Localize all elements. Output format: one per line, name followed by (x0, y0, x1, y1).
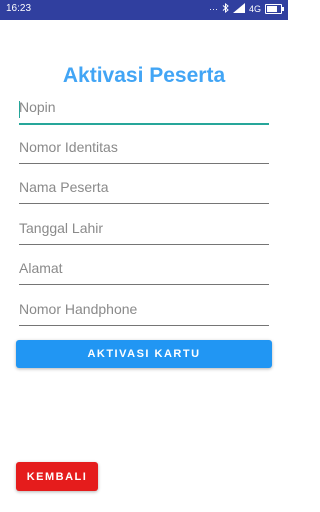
dots-icon: ··· (208, 4, 218, 14)
phone-number-field[interactable] (19, 301, 269, 326)
address-field[interactable] (19, 260, 269, 285)
birth-date-input[interactable] (19, 220, 269, 236)
bluetooth-icon (222, 2, 229, 15)
nopin-field[interactable] (19, 99, 269, 125)
back-button[interactable]: KEMBALI (16, 462, 98, 491)
battery-icon (265, 4, 284, 14)
identity-number-field[interactable] (19, 139, 269, 164)
participant-name-field[interactable] (19, 179, 269, 204)
signal-icon (232, 3, 245, 15)
participant-name-input[interactable] (19, 179, 269, 195)
identity-number-input[interactable] (19, 139, 269, 155)
address-input[interactable] (19, 260, 269, 276)
nopin-input[interactable] (19, 99, 269, 115)
status-icons: ··· 4G (208, 2, 284, 15)
page-title: Aktivasi Peserta (62, 64, 226, 87)
phone-number-input[interactable] (19, 301, 269, 317)
birth-date-field[interactable] (19, 220, 269, 245)
activate-card-button[interactable]: AKTIVASI KARTU (16, 340, 272, 368)
text-cursor (19, 101, 20, 118)
status-bar: 16:23 ··· 4G (0, 0, 288, 20)
network-type-icon: 4G (248, 4, 261, 14)
status-time: 16:23 (6, 3, 32, 14)
